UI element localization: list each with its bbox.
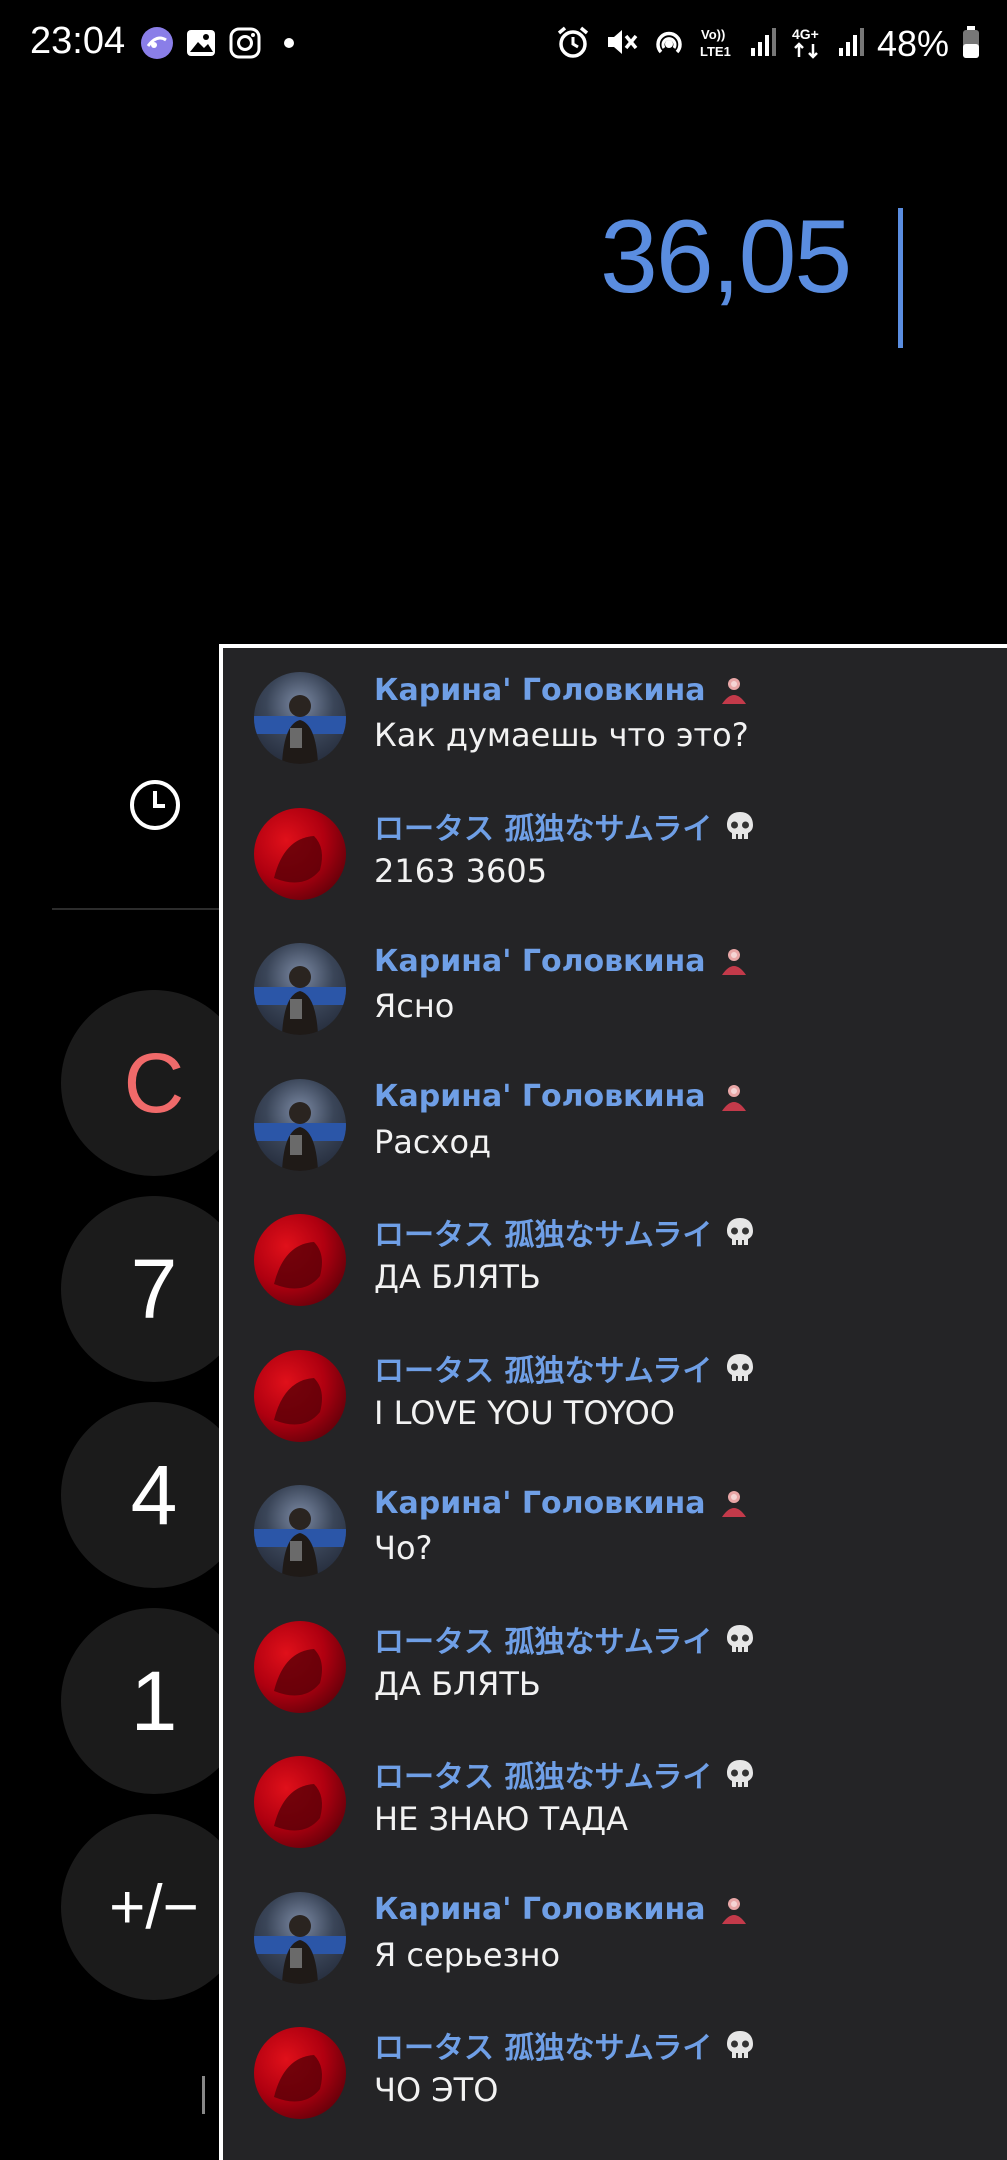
gallery-icon	[184, 26, 218, 60]
avatar[interactable]	[254, 807, 346, 900]
chat-message: ロータス 孤独なサムライ I LOVE YOU TOYOO	[223, 1344, 1007, 1480]
avatar[interactable]	[254, 1485, 346, 1577]
user-badge-icon	[716, 1079, 752, 1115]
chat-message: ロータス 孤独なサムライ НЕ ЗНАЮ ТАДА	[223, 1750, 1007, 1886]
volte-icon: Vo)) LTE1	[699, 24, 737, 65]
message-text: ДА БЛЯТЬ	[374, 1664, 541, 1703]
author-row: Карина' Головкина	[374, 1077, 752, 1117]
author-row: Карина' Головкина	[374, 1890, 752, 1930]
chat-message: ロータス 孤独なサムライ ДА БЛЯТЬ	[223, 1615, 1007, 1751]
message-text: Чо?	[374, 1529, 433, 1567]
signal-icon	[749, 24, 777, 65]
avatar[interactable]	[254, 1756, 346, 1848]
author-name[interactable]: ロータス 孤独なサムライ	[374, 1752, 712, 1796]
chat-message: Карина' Головкина Ясно	[223, 937, 1007, 1073]
status-bar: 23:04 Vo)) LTE1 4G+ 48%	[0, 0, 1007, 90]
text-cursor	[898, 208, 903, 348]
skull-icon	[722, 808, 758, 844]
author-row: ロータス 孤独なサムライ	[374, 1210, 758, 1254]
message-text: I LOVE YOU TOYOO	[374, 1393, 675, 1432]
message-text: НЕ ЗНАЮ ТАДА	[374, 1800, 628, 1838]
chat-overlay: Карина' Головкина Как думаешь что это? ロータ…	[219, 644, 1007, 2160]
skull-icon	[722, 1756, 758, 1792]
avatar[interactable]	[254, 1620, 346, 1713]
message-text: Как думаешь что это?	[374, 716, 749, 754]
author-name[interactable]: ロータス 孤独なサムライ	[374, 804, 712, 848]
4g-plus-icon: 4G+	[789, 24, 825, 65]
user-badge-icon	[716, 1892, 752, 1928]
chat-message: ロータス 孤独なサムライ ЧО ЭТО	[223, 2021, 1007, 2157]
skull-icon	[722, 1214, 758, 1250]
svg-text:4G+: 4G+	[792, 26, 819, 42]
message-text: 2163 3605	[374, 851, 548, 890]
skull-icon	[722, 1621, 758, 1657]
author-name[interactable]: ロータス 孤独なサムライ	[374, 1617, 712, 1661]
author-row: Карина' Головкина	[374, 670, 752, 710]
svg-text:LTE1: LTE1	[700, 44, 731, 59]
user-badge-icon	[716, 943, 752, 979]
author-row: ロータス 孤独なサムライ	[374, 1617, 758, 1661]
chat-message: Карина' Головкина Я серьезно	[223, 1886, 1007, 2022]
author-row: ロータス 孤独なサムライ	[374, 1752, 758, 1796]
author-name[interactable]: Карина' Головкина	[374, 1892, 706, 1927]
avatar[interactable]	[254, 1349, 346, 1442]
author-name[interactable]: ロータス 孤独なサムライ	[374, 1210, 712, 1254]
chat-message: ロータス 孤独なサムライ ДА БЛЯТЬ	[223, 1208, 1007, 1344]
author-name[interactable]: ロータス 孤独なサムライ	[374, 1346, 712, 1390]
author-row: Карина' Головкина	[374, 1483, 752, 1523]
user-badge-icon	[716, 672, 752, 708]
svg-text:Vo)): Vo))	[701, 27, 725, 42]
avatar[interactable]	[254, 1078, 346, 1171]
message-text: Я серьезно	[374, 1935, 561, 1974]
chat-message-list: Карина' Головкина Как думаешь что это? ロータ…	[223, 666, 1007, 2157]
message-text: Расход	[374, 1122, 492, 1161]
author-name[interactable]: Карина' Головкина	[374, 1079, 706, 1114]
chat-message: Карина' Головкина Расход	[223, 1073, 1007, 1209]
calculator-divider	[52, 908, 222, 910]
author-name[interactable]: Карина' Головкина	[374, 944, 706, 979]
avatar[interactable]	[254, 672, 346, 764]
battery-percent: 48%	[876, 23, 949, 64]
navigation-handle[interactable]	[202, 2076, 205, 2114]
hotspot-icon	[651, 24, 687, 65]
avatar[interactable]	[254, 943, 346, 1035]
message-text: ЧО ЭТО	[374, 2071, 499, 2109]
galaxy-app-icon	[140, 26, 174, 60]
alarm-icon	[555, 24, 591, 65]
mute-icon	[603, 24, 639, 65]
message-text: ДА БЛЯТЬ	[374, 1258, 541, 1296]
avatar[interactable]	[254, 1214, 346, 1306]
author-row: ロータス 孤独なサムライ	[374, 1346, 758, 1390]
battery-icon	[961, 24, 981, 65]
author-name[interactable]: ロータス 孤独なサムライ	[374, 2023, 712, 2067]
skull-icon	[722, 1350, 758, 1386]
message-text: Ясно	[374, 987, 455, 1025]
instagram-icon	[228, 26, 262, 60]
author-row: Карина' Головкина	[374, 941, 752, 981]
author-row: ロータス 孤独なサムライ	[374, 2023, 758, 2067]
chat-message: ロータス 孤独なサムライ 2163 3605	[223, 802, 1007, 938]
status-right-group: Vo)) LTE1 4G+ 48%	[555, 18, 981, 70]
skull-icon	[722, 2027, 758, 2063]
chat-message: Карина' Головкина Чо?	[223, 1479, 1007, 1615]
avatar[interactable]	[254, 2027, 346, 2119]
author-name[interactable]: Карина' Головкина	[374, 673, 706, 708]
user-badge-icon	[716, 1485, 752, 1521]
author-name[interactable]: Карина' Головкина	[374, 1486, 706, 1521]
history-icon[interactable]	[128, 778, 182, 832]
calculator-display[interactable]: 36,05	[600, 205, 852, 309]
status-time: 23:04	[30, 20, 126, 62]
dot-icon	[282, 26, 296, 60]
chat-message: Карина' Головкина Как думаешь что это?	[223, 666, 1007, 802]
signal-icon	[837, 24, 865, 65]
avatar[interactable]	[254, 1891, 346, 1984]
author-row: ロータス 孤独なサムライ	[374, 804, 758, 848]
